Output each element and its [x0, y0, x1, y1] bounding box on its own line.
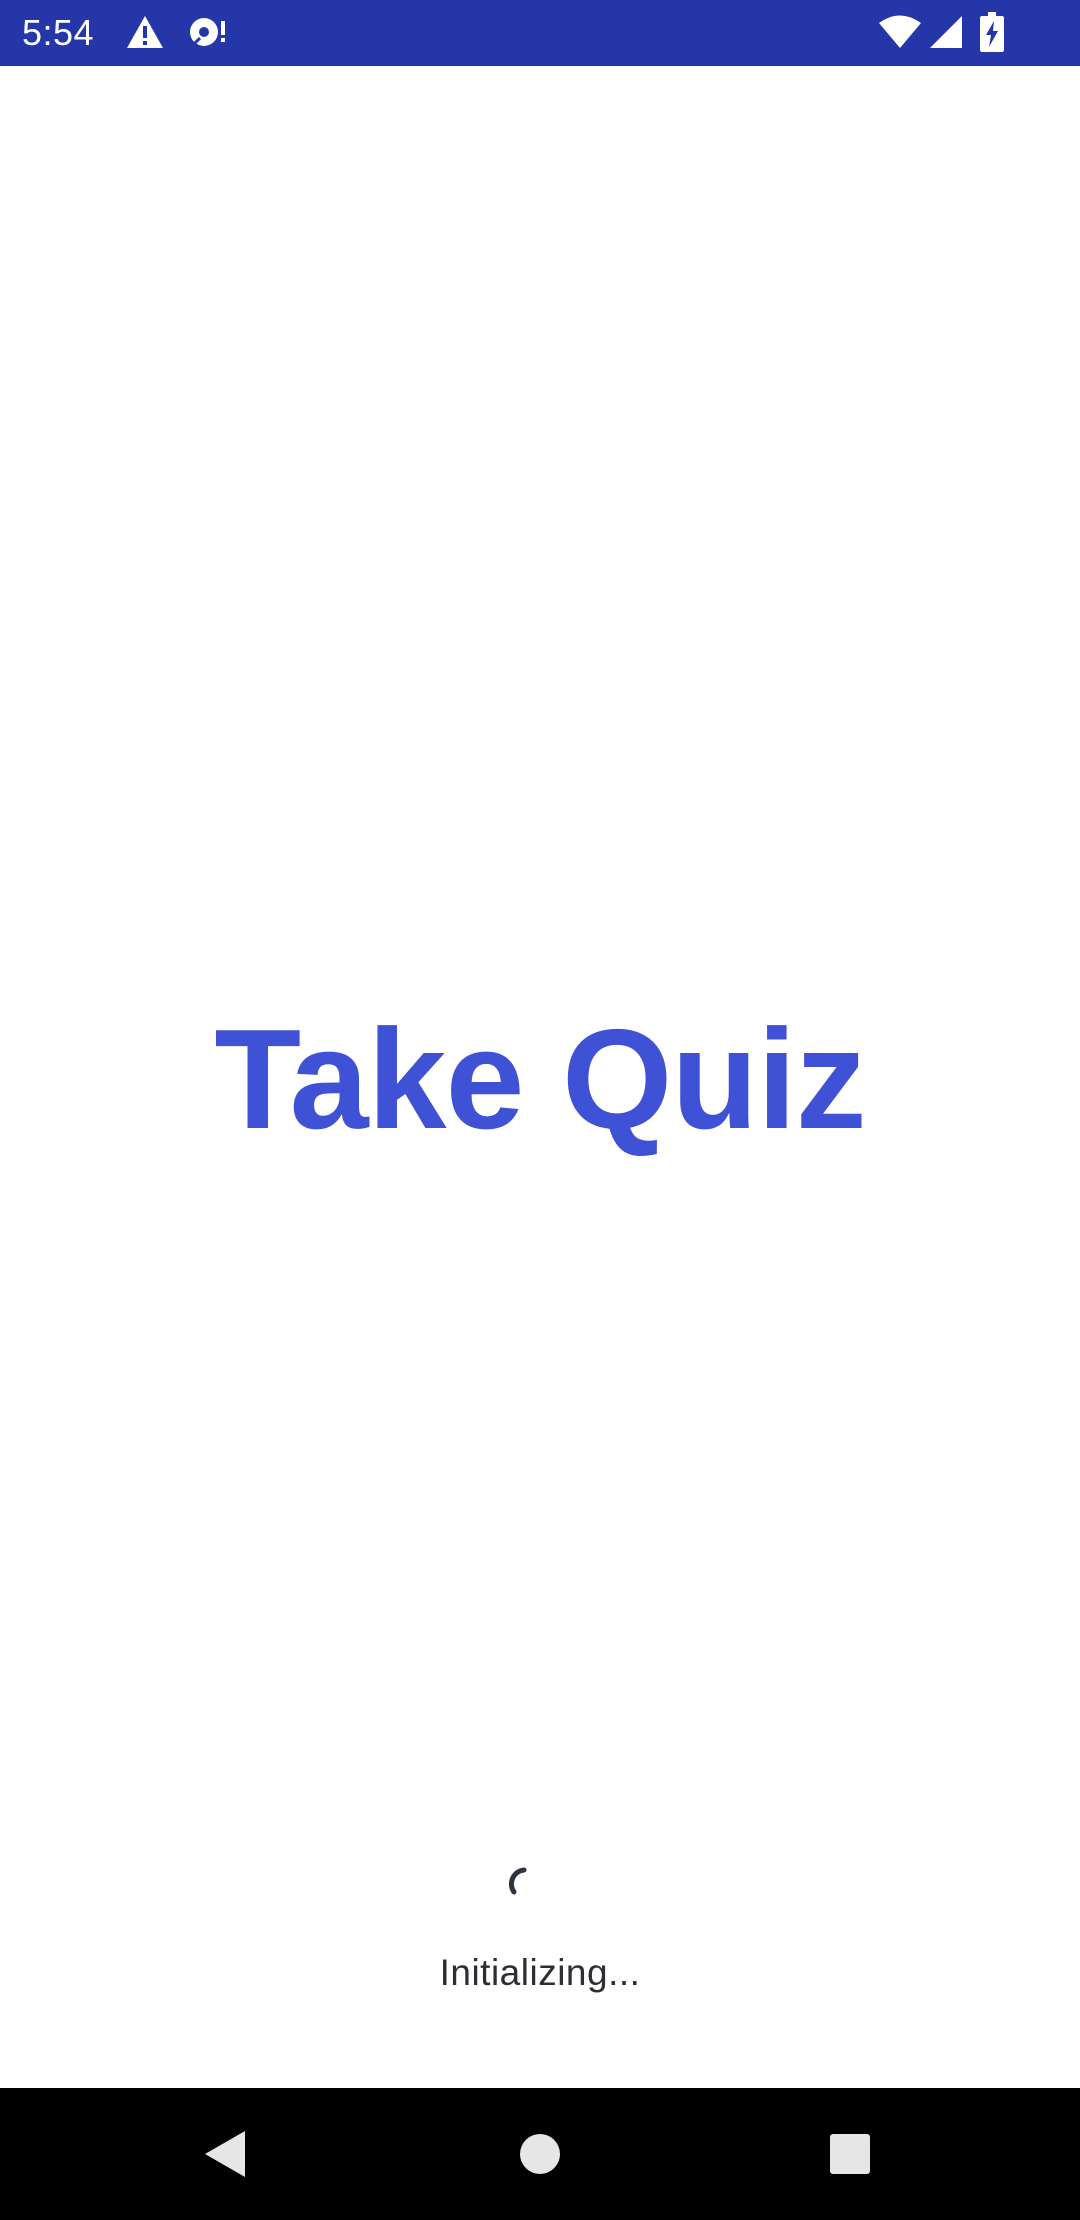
wifi-icon	[879, 15, 921, 48]
home-circle-icon	[520, 2134, 560, 2174]
back-triangle-icon	[205, 2131, 245, 2177]
page-title: Take Quiz	[214, 1000, 866, 1159]
recents-square-icon	[830, 2134, 870, 2174]
warning-icon	[127, 16, 163, 48]
cell-signal-icon	[930, 16, 962, 48]
loading-spinner-icon	[508, 1867, 527, 1895]
status-time: 5:54	[22, 12, 95, 53]
sim-card-alert-icon	[190, 18, 225, 46]
battery-charging-icon	[980, 12, 1004, 52]
recents-button[interactable]	[784, 2088, 916, 2220]
home-button[interactable]	[474, 2088, 606, 2220]
navigation-bar	[0, 2088, 1080, 2220]
loading-status-text: Initializing...	[439, 1952, 641, 1993]
back-button[interactable]	[160, 2088, 292, 2220]
screen: 5:54 Take Quiz Initializing...	[0, 0, 1080, 2220]
status-bar: 5:54	[0, 0, 1080, 66]
